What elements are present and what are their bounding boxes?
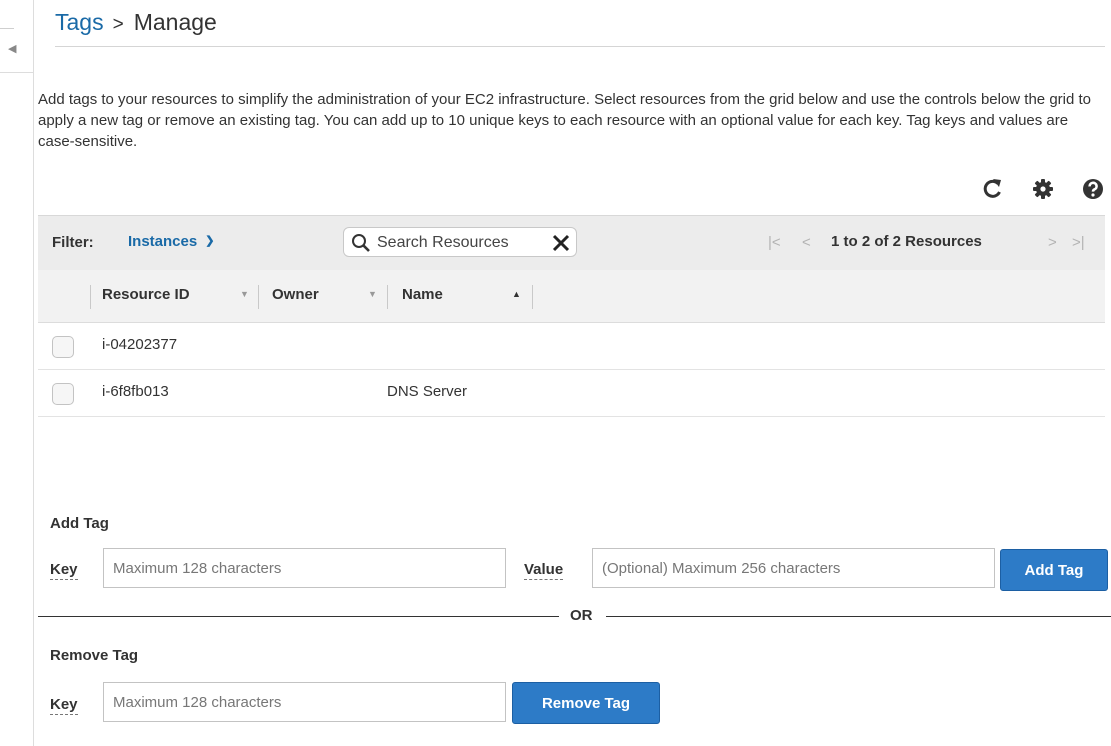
column-divider: [90, 285, 91, 309]
sort-ascending-icon[interactable]: ▲: [512, 289, 521, 299]
page-title: Manage: [133, 9, 217, 35]
resource-id-cell: i-04202377: [102, 336, 178, 353]
column-header-name[interactable]: Name: [402, 286, 443, 303]
next-page-icon[interactable]: >: [1048, 234, 1057, 251]
column-header-owner[interactable]: Owner: [272, 286, 319, 303]
pagination-status: 1 to 2 of 2 Resources: [831, 233, 982, 250]
previous-page-icon[interactable]: <: [802, 234, 811, 251]
column-divider: [387, 285, 388, 309]
breadcrumb-separator: >: [112, 14, 124, 35]
header-divider: [55, 46, 1105, 47]
breadcrumb: Tags > Manage: [55, 8, 217, 39]
rail-divider: [0, 72, 34, 73]
first-page-icon[interactable]: |<: [768, 234, 781, 251]
remove-tag-key-label: Key: [50, 696, 78, 715]
chevron-down-icon: ❯: [205, 235, 215, 247]
collapse-sidebar-icon[interactable]: ◀: [8, 40, 20, 58]
sort-arrow-icon[interactable]: ▼: [240, 289, 249, 299]
refresh-icon[interactable]: [982, 178, 1004, 200]
rail-divider: [0, 28, 14, 29]
remove-tag-button[interactable]: Remove Tag: [512, 682, 660, 724]
add-tag-key-input[interactable]: [103, 548, 506, 588]
search-icon: [351, 233, 371, 253]
page-description: Add tags to your resources to simplify t…: [38, 91, 1092, 150]
search-input[interactable]: Search Resources: [377, 233, 509, 253]
column-header-resource-id[interactable]: Resource ID: [102, 286, 190, 303]
resource-id-cell: i-6f8fb013: [102, 383, 169, 400]
filter-type-value: Instances: [128, 233, 198, 250]
rail-border: [33, 0, 34, 746]
add-tag-value-input[interactable]: [592, 548, 995, 588]
filter-label: Filter:: [52, 234, 94, 251]
add-tag-button[interactable]: Add Tag: [1000, 549, 1108, 591]
last-page-icon[interactable]: >|: [1072, 234, 1085, 251]
or-divider-label: OR: [570, 607, 593, 624]
filter-bar: Filter: Instances ❯ Search Resources |< <…: [38, 215, 1105, 270]
add-tag-value-label: Value: [524, 561, 564, 580]
remove-tag-heading: Remove Tag: [50, 647, 139, 664]
clear-search-icon[interactable]: [552, 234, 570, 252]
breadcrumb-tags-link[interactable]: Tags: [55, 9, 104, 35]
divider-line: [38, 616, 559, 617]
filter-type-dropdown[interactable]: Instances ❯: [128, 233, 214, 250]
remove-tag-key-input[interactable]: [103, 682, 506, 722]
table-row[interactable]: i-04202377: [38, 323, 1105, 370]
help-icon[interactable]: [1082, 178, 1104, 200]
divider-line: [606, 616, 1111, 617]
settings-gear-icon[interactable]: [1032, 178, 1054, 200]
table-row[interactable]: i-6f8fb013 DNS Server: [38, 370, 1105, 417]
add-tag-key-label: Key: [50, 561, 78, 580]
sort-arrow-icon[interactable]: ▼: [368, 289, 377, 299]
row-checkbox[interactable]: [52, 336, 74, 358]
column-divider: [258, 285, 259, 309]
grid-header: Resource ID ▼ Owner ▼ Name ▲: [38, 270, 1105, 323]
row-checkbox[interactable]: [52, 383, 74, 405]
name-cell: DNS Server: [387, 383, 468, 400]
search-box[interactable]: Search Resources: [343, 227, 577, 257]
add-tag-heading: Add Tag: [50, 515, 109, 532]
column-divider: [532, 285, 533, 309]
